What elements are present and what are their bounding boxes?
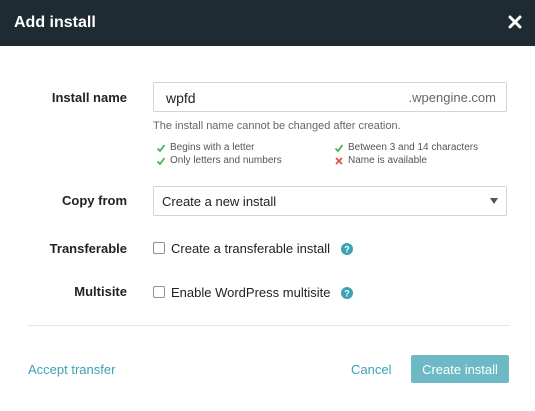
install-name-input[interactable] [166, 89, 386, 107]
cancel-button[interactable]: Cancel [351, 362, 391, 377]
cross-icon [335, 156, 343, 165]
dialog-header: Add install [0, 0, 535, 46]
create-install-button[interactable]: Create install [411, 355, 509, 383]
rule-text: Name is available [348, 155, 427, 166]
copy-from-select[interactable]: Create a new install [153, 186, 507, 216]
create-install-label: Create install [422, 361, 498, 377]
multisite-label: Multisite [74, 284, 127, 299]
footer-divider [27, 325, 510, 326]
transferable-checkbox-label[interactable]: Create a transferable install [171, 241, 330, 256]
transferable-checkbox[interactable] [153, 242, 165, 254]
rule-length: Between 3 and 14 characters [334, 142, 478, 153]
rule-begins-with-letter: Begins with a letter [156, 142, 255, 153]
check-icon [334, 143, 344, 152]
install-name-field[interactable]: .wpengine.com [153, 82, 507, 112]
svg-text:?: ? [344, 288, 350, 298]
help-icon[interactable]: ? [341, 287, 353, 299]
transferable-label: Transferable [49, 241, 127, 256]
check-icon [156, 143, 166, 152]
rule-text: Begins with a letter [170, 142, 255, 153]
copy-from-value: Create a new install [162, 194, 277, 209]
domain-suffix: .wpengine.com [408, 90, 496, 105]
help-icon[interactable]: ? [341, 243, 353, 255]
accept-transfer-link[interactable]: Accept transfer [28, 362, 115, 377]
chevron-down-icon [490, 198, 498, 204]
check-icon [156, 156, 166, 165]
rule-text: Only letters and numbers [170, 155, 282, 166]
copy-from-label: Copy from [62, 193, 127, 208]
install-name-hint: The install name cannot be changed after… [153, 120, 401, 132]
rule-text: Between 3 and 14 characters [348, 142, 479, 153]
close-icon[interactable] [507, 14, 523, 30]
rule-name-available: Name is available [334, 155, 427, 166]
rule-letters-numbers: Only letters and numbers [156, 155, 282, 166]
dialog-title: Add install [14, 14, 96, 31]
install-name-label: Install name [51, 90, 127, 105]
multisite-checkbox-label[interactable]: Enable WordPress multisite [171, 285, 330, 300]
svg-text:?: ? [344, 244, 350, 254]
multisite-checkbox[interactable] [153, 286, 165, 298]
